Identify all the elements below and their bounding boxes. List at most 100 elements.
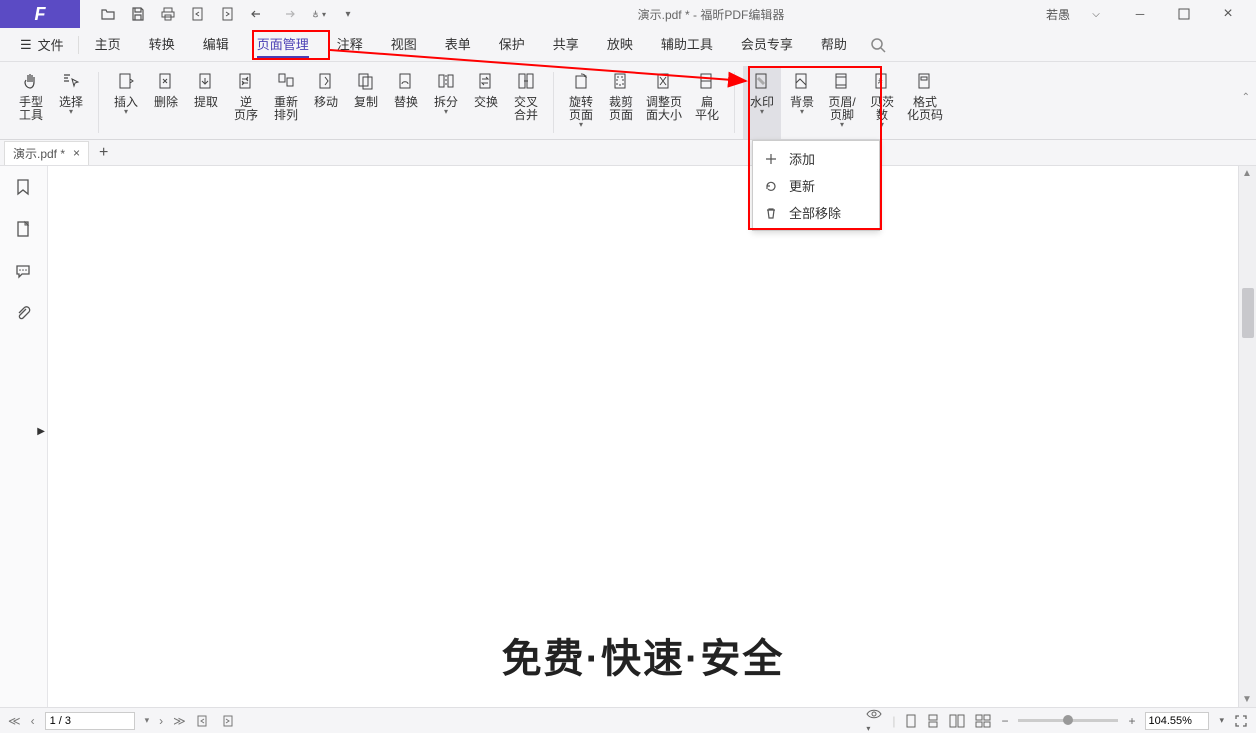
- watermark-button[interactable]: 水印▾: [743, 66, 781, 139]
- comment-icon[interactable]: [14, 262, 34, 282]
- swap-button[interactable]: 交换: [467, 66, 505, 139]
- page-dropdown-icon[interactable]: ▾: [145, 715, 150, 726]
- page-next-icon[interactable]: [220, 6, 236, 22]
- dropdown-add[interactable]: 添加: [753, 145, 879, 172]
- menu-help[interactable]: 帮助: [807, 28, 861, 62]
- close-tab-icon[interactable]: ×: [73, 146, 80, 160]
- search-icon[interactable]: [869, 36, 887, 54]
- title-bar: F ▾ ▾ 演示.pdf * - 福昕PDF编辑器 若愚 ⌵ ─ ×: [0, 0, 1256, 28]
- zoom-out-button[interactable]: −: [1001, 714, 1008, 728]
- redo-icon[interactable]: [280, 6, 296, 22]
- ribbon-group-decorate: 水印▾ 背景▾ 页眉/ 页脚▾ #贝茨 数▾ 格式 化页码: [739, 66, 951, 139]
- nav-back-icon[interactable]: [196, 714, 210, 728]
- chevron-down-icon: ▾: [579, 120, 583, 129]
- dropdown-update[interactable]: 更新: [753, 172, 879, 199]
- hamburger-icon: ☰: [20, 37, 32, 53]
- sidepanel-expand-icon[interactable]: ▶: [37, 426, 45, 437]
- delete-page-icon: [155, 70, 177, 92]
- save-icon[interactable]: [130, 6, 146, 22]
- quick-access-toolbar: ▾ ▾: [80, 6, 376, 22]
- add-tab-button[interactable]: +: [89, 144, 118, 162]
- undo-icon[interactable]: [250, 6, 266, 22]
- menu-edit[interactable]: 编辑: [189, 28, 243, 62]
- scroll-up-icon[interactable]: ▲: [1242, 168, 1252, 179]
- menu-view[interactable]: 视图: [377, 28, 431, 62]
- chevron-down-icon: ▾: [124, 107, 128, 116]
- hand-icon: [20, 70, 42, 92]
- open-icon[interactable]: [100, 6, 116, 22]
- bates-button[interactable]: #贝茨 数▾: [863, 66, 901, 139]
- view-single-icon[interactable]: [905, 714, 917, 728]
- user-name[interactable]: 若愚: [1046, 6, 1070, 23]
- ribbon-group-tools: 手型 工具 选择 ▾: [8, 66, 94, 139]
- dropdown-remove-all[interactable]: 全部移除: [753, 199, 879, 226]
- merge-button[interactable]: 交叉 合并: [507, 66, 545, 139]
- delete-button[interactable]: 删除: [147, 66, 185, 139]
- zoom-input[interactable]: [1145, 712, 1209, 730]
- view-facing-icon[interactable]: [949, 714, 965, 728]
- flatten-icon: [696, 70, 718, 92]
- qat-more-icon[interactable]: ▾: [340, 6, 356, 22]
- first-page-button[interactable]: ≪: [8, 714, 21, 728]
- zoom-dropdown-icon[interactable]: ▾: [1219, 715, 1224, 726]
- menu-convert[interactable]: 转换: [135, 28, 189, 62]
- menu-bar: ☰ 文件 主页 转换 编辑 页面管理 注释 视图 表单 保护 共享 放映 辅助工…: [0, 28, 1256, 62]
- header-footer-button[interactable]: 页眉/ 页脚▾: [823, 66, 861, 139]
- view-facing-continuous-icon[interactable]: [975, 714, 991, 728]
- pages-icon[interactable]: [14, 220, 34, 240]
- next-page-button[interactable]: ›: [159, 714, 163, 728]
- rotate-button[interactable]: 旋转 页面▾: [562, 66, 600, 139]
- menu-protect[interactable]: 保护: [485, 28, 539, 62]
- view-continuous-icon[interactable]: [927, 714, 939, 728]
- page-prev-icon[interactable]: [190, 6, 206, 22]
- print-icon[interactable]: [160, 6, 176, 22]
- fullscreen-icon[interactable]: [1234, 714, 1248, 728]
- document-tab[interactable]: 演示.pdf * ×: [4, 141, 89, 165]
- file-menu[interactable]: ☰ 文件: [8, 35, 76, 54]
- select-tool-button[interactable]: 选择 ▾: [52, 66, 90, 139]
- document-canvas[interactable]: 免费·快速·安全: [48, 166, 1238, 707]
- maximize-button[interactable]: [1166, 2, 1202, 26]
- background-button[interactable]: 背景▾: [783, 66, 821, 139]
- user-dropdown-icon[interactable]: ⌵: [1078, 2, 1114, 26]
- nav-forward-icon[interactable]: [220, 714, 234, 728]
- menu-vip[interactable]: 会员专享: [727, 28, 807, 62]
- page-input[interactable]: [45, 712, 135, 730]
- ribbon-collapse-icon[interactable]: ⌃: [1242, 92, 1250, 103]
- bookmark-icon[interactable]: [14, 178, 34, 198]
- move-button[interactable]: 移动: [307, 66, 345, 139]
- attachment-icon[interactable]: [14, 304, 34, 324]
- split-button[interactable]: 拆分▾: [427, 66, 465, 139]
- prev-page-button[interactable]: ‹: [31, 714, 35, 728]
- touch-icon[interactable]: ▾: [310, 6, 326, 22]
- hand-tool-button[interactable]: 手型 工具: [12, 66, 50, 139]
- menu-slideshow[interactable]: 放映: [593, 28, 647, 62]
- crop-button[interactable]: 裁剪 页面: [602, 66, 640, 139]
- menu-accessibility[interactable]: 辅助工具: [647, 28, 727, 62]
- replace-button[interactable]: 替换: [387, 66, 425, 139]
- copy-button[interactable]: 复制: [347, 66, 385, 139]
- scroll-thumb[interactable]: [1242, 288, 1254, 338]
- reverse-button[interactable]: 逆 页序: [227, 66, 265, 139]
- zoom-slider[interactable]: [1018, 719, 1118, 722]
- flatten-button[interactable]: 扁 平化: [688, 66, 726, 139]
- close-button[interactable]: ×: [1210, 2, 1246, 26]
- menu-page-management[interactable]: 页面管理: [243, 28, 323, 62]
- menu-share[interactable]: 共享: [539, 28, 593, 62]
- scroll-down-icon[interactable]: ▼: [1242, 694, 1252, 705]
- insert-button[interactable]: 插入▾: [107, 66, 145, 139]
- extract-button[interactable]: 提取: [187, 66, 225, 139]
- menu-form[interactable]: 表单: [431, 28, 485, 62]
- rearrange-button[interactable]: 重新 排列: [267, 66, 305, 139]
- view-reading-icon[interactable]: ▾: [866, 708, 882, 734]
- minimize-button[interactable]: ─: [1122, 2, 1158, 26]
- status-bar: ≪ ‹ ▾ › ≫ ▾ | − + ▾: [0, 707, 1256, 733]
- last-page-button[interactable]: ≫: [173, 714, 186, 728]
- menu-comment[interactable]: 注释: [323, 28, 377, 62]
- menu-home[interactable]: 主页: [81, 28, 135, 62]
- format-pagenumber-button[interactable]: 格式 化页码: [903, 66, 947, 139]
- app-logo: F: [0, 0, 80, 28]
- resize-button[interactable]: 调整页 面大小: [642, 66, 686, 139]
- zoom-in-button[interactable]: +: [1128, 714, 1135, 728]
- vertical-scrollbar[interactable]: ▲ ▼: [1238, 166, 1256, 707]
